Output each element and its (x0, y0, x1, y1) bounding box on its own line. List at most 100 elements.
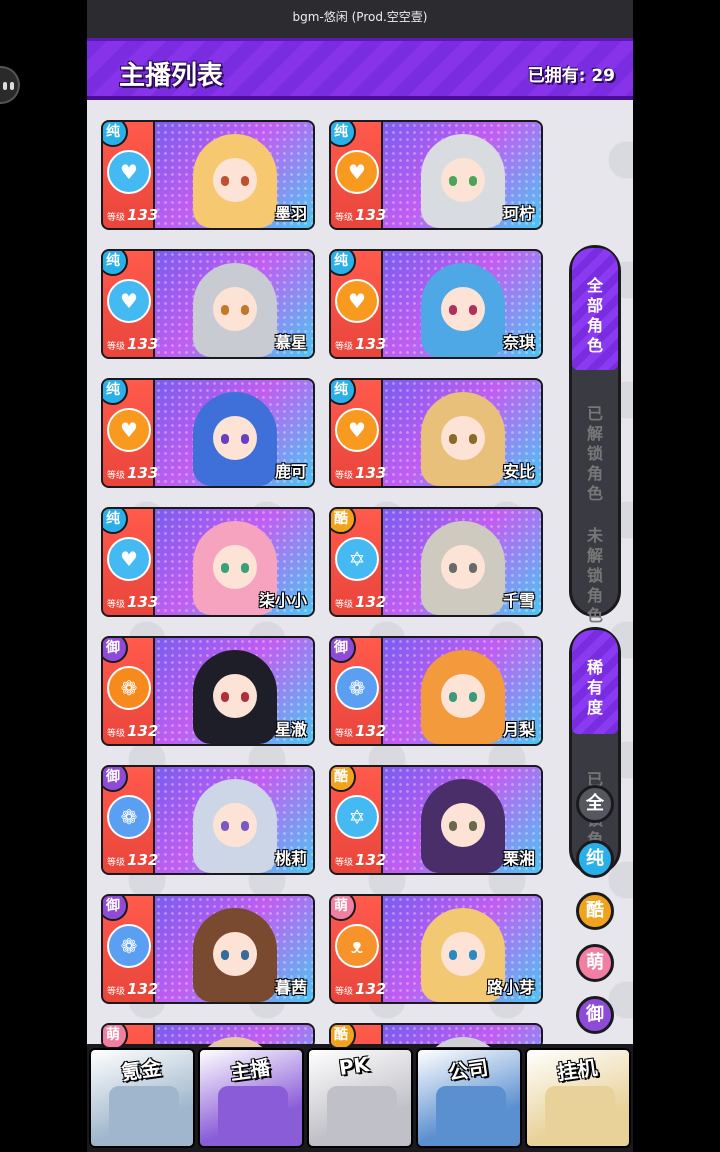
character-name: 路小芽 (486, 978, 535, 997)
character-face (213, 545, 257, 589)
star-of-david-icon: ✡ (335, 795, 379, 839)
floating-menu-button[interactable] (0, 66, 20, 104)
level-value: 133 (127, 335, 159, 353)
level-display: 等级 133 (107, 334, 158, 353)
sort-filter-panel: 稀有度已解锁角色 (569, 627, 621, 875)
character-face (441, 803, 485, 847)
streamer-card[interactable]: 纯 ♥ 等级 133 鹿可 (101, 378, 315, 488)
attribute-filter-button[interactable]: 酷 (576, 892, 614, 930)
level-label: 等级 (107, 858, 126, 868)
streamer-card[interactable]: 御 ❁ 等级 132 月梨 (329, 636, 543, 746)
character-eye (469, 305, 477, 315)
sort-tab[interactable]: 稀有度 (572, 630, 618, 734)
piggy-bank-icon (545, 1086, 615, 1140)
character-eye (241, 950, 249, 960)
filter-tab[interactable]: 全部角色 (572, 248, 618, 370)
character-eye (221, 950, 229, 960)
streamer-card[interactable]: 萌 ᴥ 等级 132 路小芽 (329, 894, 543, 1004)
character-face (441, 158, 485, 202)
streamer-card[interactable]: 御 ❁ 等级 132 星澈 (101, 636, 315, 746)
nav-button[interactable]: 挂机 (525, 1048, 631, 1148)
character-eye (221, 305, 229, 315)
character-eye (221, 434, 229, 444)
character-eye (221, 563, 229, 573)
filter-tab[interactable]: 已解锁角色 (575, 376, 615, 503)
character-name: 千雪 (502, 591, 535, 610)
attribute-filter-button[interactable]: 御 (576, 996, 614, 1034)
attribute-badge: 酷 (331, 1025, 356, 1047)
character-face (441, 932, 485, 976)
attribute-filter-button[interactable]: 纯 (576, 840, 614, 878)
streamer-card[interactable]: 酷 ✡ 等级 132 栗湘 (329, 765, 543, 875)
character-name: 鹿可 (274, 462, 307, 481)
page-title: 主播列表 (119, 61, 224, 91)
character-eye (449, 692, 457, 702)
character-eye (221, 692, 229, 702)
level-display: 等级 133 (107, 205, 158, 224)
level-display: 等级 132 (107, 850, 158, 869)
level-display: 等级 132 (335, 850, 386, 869)
page-header: 主播列表 已拥有: 29 (87, 38, 633, 100)
level-value: 133 (127, 206, 159, 224)
level-label: 等级 (335, 858, 354, 868)
streamer-card[interactable]: 酷 ✡ 等级 132 千雪 (329, 507, 543, 617)
level-display: 等级 132 (107, 979, 158, 998)
level-display: 等级 132 (335, 721, 386, 740)
nav-button[interactable]: 氪金 (89, 1048, 195, 1148)
level-value: 132 (355, 980, 387, 998)
rose-icon: ❁ (107, 666, 151, 710)
nav-button[interactable]: PK (307, 1048, 413, 1148)
character-name: 安比 (502, 462, 535, 481)
nav-button[interactable]: 公司 (416, 1048, 522, 1148)
streamer-card[interactable]: 御 ❁ 等级 132 暮茜 (101, 894, 315, 1004)
bottom-navigation: 氪金 主播 PK 公司 挂机 (87, 1044, 633, 1152)
level-value: 133 (355, 206, 387, 224)
character-face (213, 158, 257, 202)
level-label: 等级 (107, 729, 126, 739)
heart-pulse-icon: ♥ (107, 150, 151, 194)
nav-label: 氪金 (119, 1055, 163, 1085)
level-label: 等级 (335, 729, 354, 739)
character-name: 柒小小 (258, 591, 307, 610)
character-name: 栗湘 (502, 849, 535, 868)
star-of-david-icon: ✡ (335, 537, 379, 581)
level-label: 等级 (107, 213, 126, 223)
level-display: 等级 133 (107, 463, 158, 482)
rose-icon: ❁ (107, 795, 151, 839)
nav-label: PK (337, 1052, 371, 1080)
streamer-card[interactable]: 御 ❁ 等级 132 桃莉 (101, 765, 315, 875)
attribute-filter-button[interactable]: 全 (576, 785, 614, 823)
character-eye (469, 692, 477, 702)
level-label: 等级 (335, 600, 354, 610)
character-eye (221, 176, 229, 186)
heart-pulse-icon: ♥ (335, 408, 379, 452)
character-eye (221, 821, 229, 831)
character-face (441, 545, 485, 589)
character-face (213, 416, 257, 460)
level-value: 133 (127, 464, 159, 482)
level-value: 132 (355, 722, 387, 740)
streamer-card[interactable]: 纯 ♥ 等级 133 慕星 (101, 249, 315, 359)
level-label: 等级 (335, 471, 354, 481)
character-eye (469, 563, 477, 573)
character-eye (449, 305, 457, 315)
streamer-card[interactable]: 纯 ♥ 等级 133 柒小小 (101, 507, 315, 617)
streamer-card[interactable]: 纯 ♥ 等级 133 奈琪 (329, 249, 543, 359)
character-face (213, 932, 257, 976)
nav-button[interactable]: 主播 (198, 1048, 304, 1148)
streamer-card[interactable]: 纯 ♥ 等级 133 安比 (329, 378, 543, 488)
level-value: 133 (355, 335, 387, 353)
streamer-card[interactable]: 纯 ♥ 等级 133 墨羽 (101, 120, 315, 230)
character-face (213, 287, 257, 331)
attribute-badge: 萌 (103, 1025, 128, 1047)
app-window: bgm-悠闲 (Prod.空空壹) 主播列表 已拥有: 29 全部角色 已解锁角色… (87, 0, 633, 1152)
heart-pulse-icon: ♥ (107, 279, 151, 323)
filter-tab[interactable]: 未解锁角色 (575, 498, 615, 625)
streamer-card[interactable]: 纯 ♥ 等级 133 珂柠 (329, 120, 543, 230)
attribute-filter-button[interactable]: 萌 (576, 944, 614, 982)
level-value: 132 (355, 593, 387, 611)
character-name: 暮茜 (274, 978, 307, 997)
nav-label: 公司 (446, 1055, 490, 1085)
level-value: 132 (355, 851, 387, 869)
level-label: 等级 (107, 600, 126, 610)
